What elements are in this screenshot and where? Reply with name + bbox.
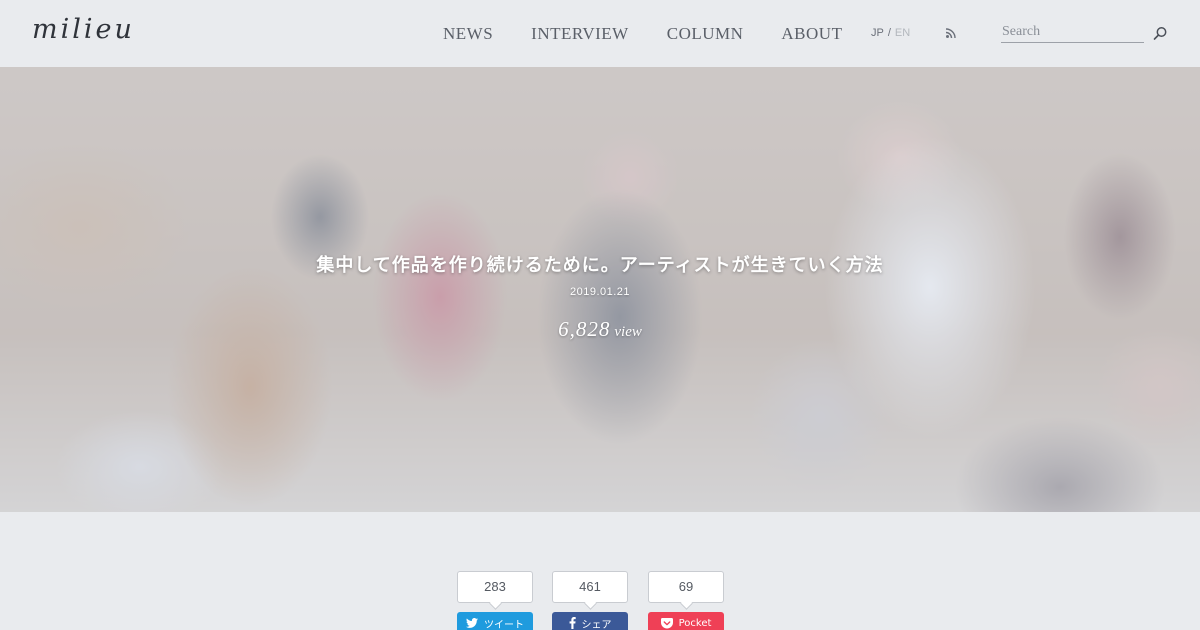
facebook-share-button[interactable]: シェア xyxy=(552,612,628,630)
view-count-number: 6,828 xyxy=(558,317,611,341)
language-switcher: JP / EN xyxy=(871,27,910,39)
rss-icon[interactable] xyxy=(945,27,957,39)
view-count: 6,828 view xyxy=(0,317,1200,342)
view-count-unit: view xyxy=(614,324,642,340)
tweet-button-label: ツイート xyxy=(484,619,524,630)
facebook-f-icon xyxy=(569,617,576,629)
tweet-button[interactable]: ツイート xyxy=(457,612,533,630)
nav-news[interactable]: NEWS xyxy=(443,24,493,44)
search-icon[interactable] xyxy=(1153,26,1168,41)
lang-separator: / xyxy=(887,27,891,39)
main-nav: NEWS INTERVIEW COLUMN ABOUT xyxy=(443,24,880,44)
pocket-share: 69 Pocket xyxy=(648,571,724,630)
site-header: milieu NEWS INTERVIEW COLUMN ABOUT JP / EN xyxy=(0,0,1200,67)
twitter-share: 283 ツイート xyxy=(457,571,533,630)
article-title: 集中して作品を作り続けるために。アーティストが生きていく方法 xyxy=(316,255,884,276)
site-logo[interactable]: milieu xyxy=(32,14,135,45)
twitter-bird-icon xyxy=(466,618,478,628)
pocket-button[interactable]: Pocket xyxy=(648,612,724,630)
search-input[interactable] xyxy=(1001,22,1144,43)
hero-banner[interactable]: 集中して作品を作り続けるために。アーティストが生きていく方法 2019.01.2… xyxy=(0,67,1200,512)
lang-en[interactable]: EN xyxy=(895,27,910,39)
pocket-save-count: 69 xyxy=(648,571,724,603)
lang-jp[interactable]: JP xyxy=(871,27,884,39)
pocket-button-label: Pocket xyxy=(678,617,712,629)
pocket-icon xyxy=(660,617,673,629)
nav-interview[interactable]: INTERVIEW xyxy=(531,24,629,44)
nav-about[interactable]: ABOUT xyxy=(781,24,842,44)
twitter-share-count: 283 xyxy=(457,571,533,603)
nav-column[interactable]: COLUMN xyxy=(667,24,744,44)
facebook-share-count: 461 xyxy=(552,571,628,603)
article-date: 2019.01.21 xyxy=(569,286,631,298)
facebook-share: 461 シェア xyxy=(552,571,628,630)
facebook-share-label: シェア xyxy=(581,619,612,630)
